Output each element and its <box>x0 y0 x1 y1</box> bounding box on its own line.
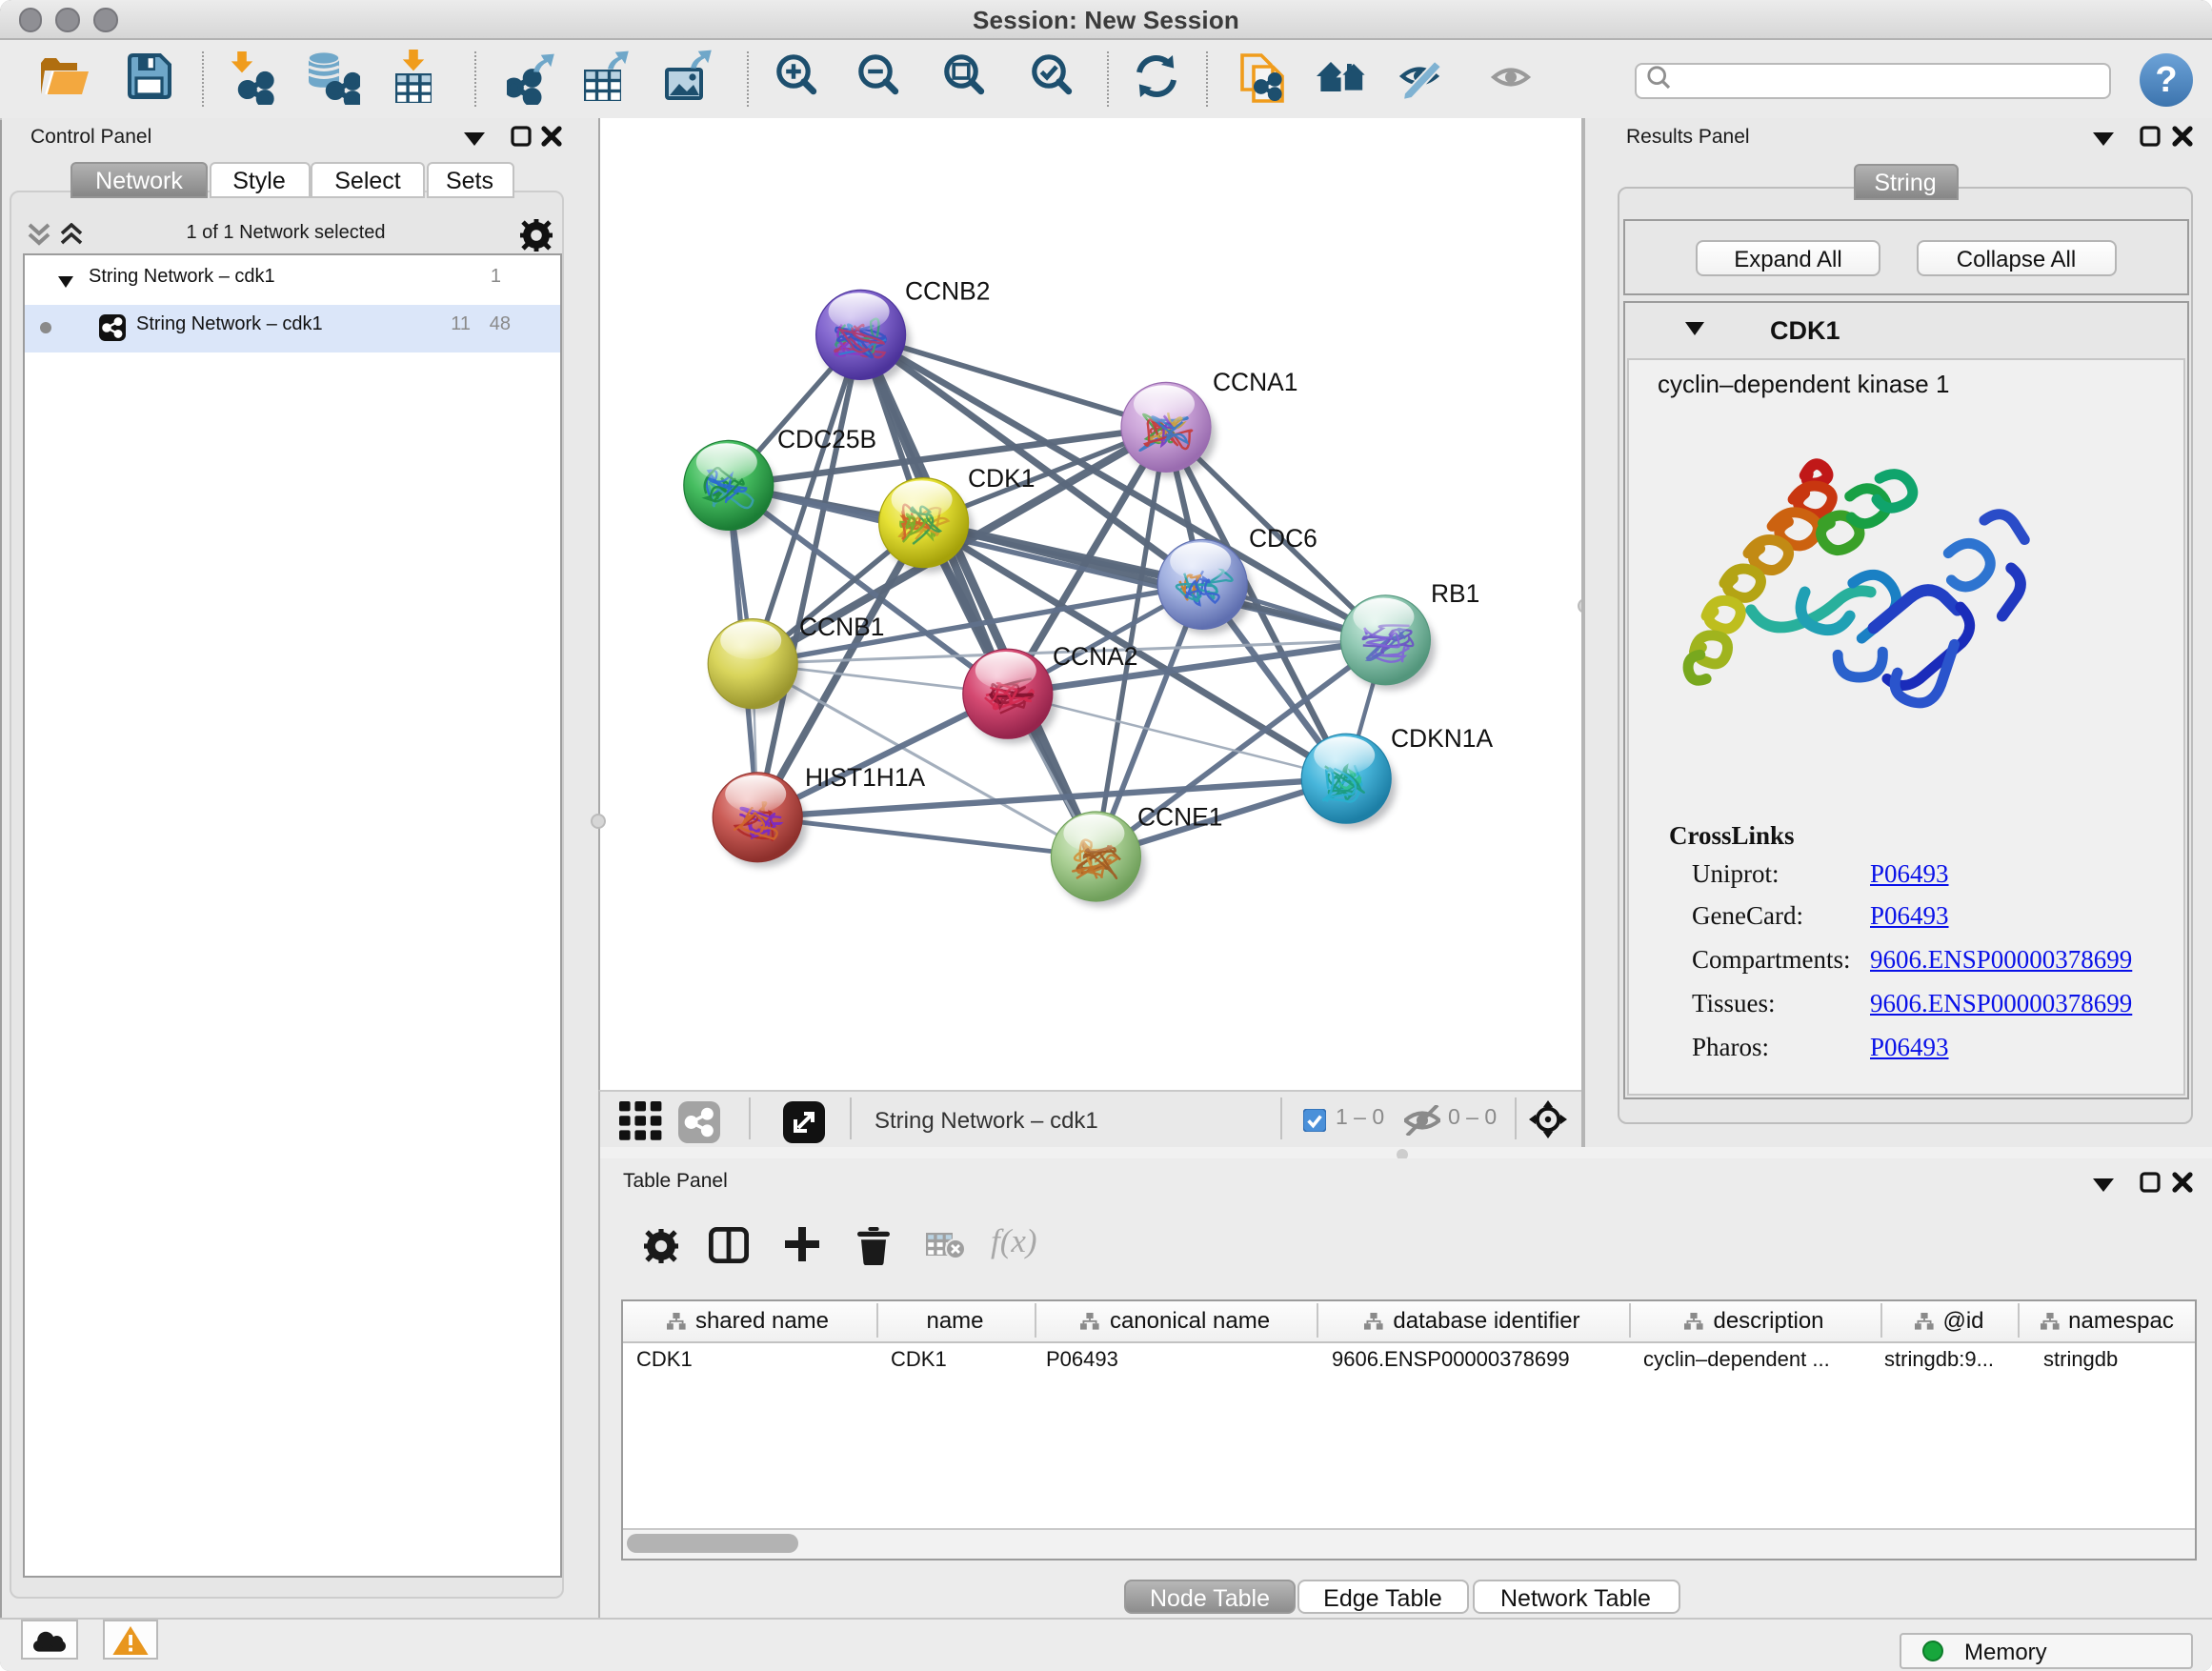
svg-text:CCNE1: CCNE1 <box>1137 803 1222 832</box>
svg-text:CCNA1: CCNA1 <box>1213 368 1297 396</box>
svg-text:HIST1H1A: HIST1H1A <box>805 763 926 792</box>
svg-text:CCNB2: CCNB2 <box>905 277 990 306</box>
svg-text:CDC6: CDC6 <box>1249 524 1317 553</box>
svg-text:CDC25B: CDC25B <box>777 425 876 453</box>
svg-text:CCNB1: CCNB1 <box>799 613 884 641</box>
svg-text:CDK1: CDK1 <box>968 464 1035 493</box>
svg-text:RB1: RB1 <box>1431 579 1479 608</box>
svg-text:CDKN1A: CDKN1A <box>1391 724 1493 753</box>
svg-text:?: ? <box>2155 59 2177 99</box>
svg-text:CCNA2: CCNA2 <box>1053 642 1137 671</box>
